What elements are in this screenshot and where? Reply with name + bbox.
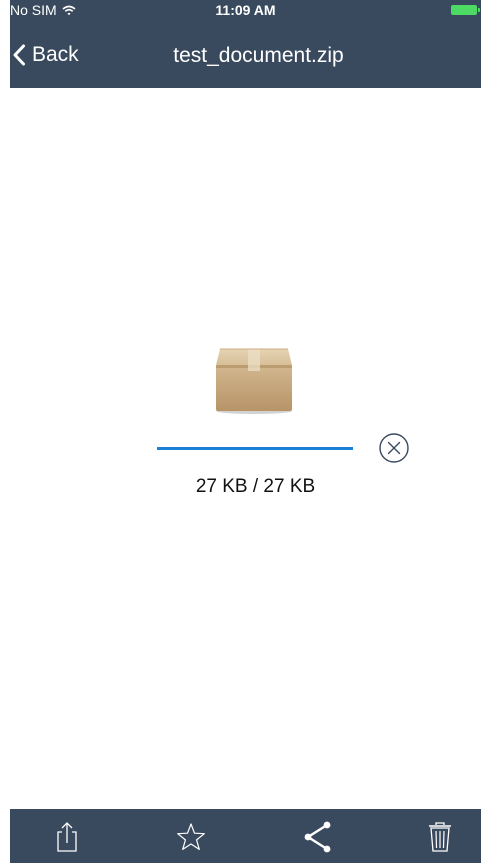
delete-button[interactable] <box>423 820 457 854</box>
battery-icon <box>451 5 481 15</box>
cancel-circle-icon <box>379 433 409 463</box>
cancel-download-button[interactable] <box>378 432 410 464</box>
share-icon <box>304 821 331 853</box>
file-name-title: test_document.zip <box>173 44 344 67</box>
progress-fill <box>157 447 353 450</box>
favorite-star-icon <box>177 823 205 850</box>
package-box-icon <box>216 348 292 414</box>
top-bar: No SIM 11:09 AM Back test_document.zip <box>10 0 481 88</box>
status-time: 11:09 AM <box>215 2 276 18</box>
favorite-button[interactable] <box>174 820 208 854</box>
chevron-left-icon <box>13 44 25 66</box>
share-button[interactable] <box>300 820 334 854</box>
page-title: test_document.zip <box>10 43 481 69</box>
bottom-toolbar <box>10 809 481 863</box>
download-size-label: 27 KB / 27 KB <box>195 476 316 497</box>
status-bar: No SIM 11:09 AM <box>10 0 481 20</box>
screen: No SIM 11:09 AM Back test_document.zip 2… <box>0 0 481 863</box>
back-label: Back <box>32 43 79 66</box>
download-progress-bar <box>157 447 353 450</box>
trash-icon <box>429 822 451 852</box>
open-in-button[interactable] <box>50 820 84 854</box>
open-in-icon <box>57 822 77 852</box>
back-button[interactable]: Back <box>12 42 79 68</box>
navigation-bar: Back test_document.zip <box>10 20 481 88</box>
